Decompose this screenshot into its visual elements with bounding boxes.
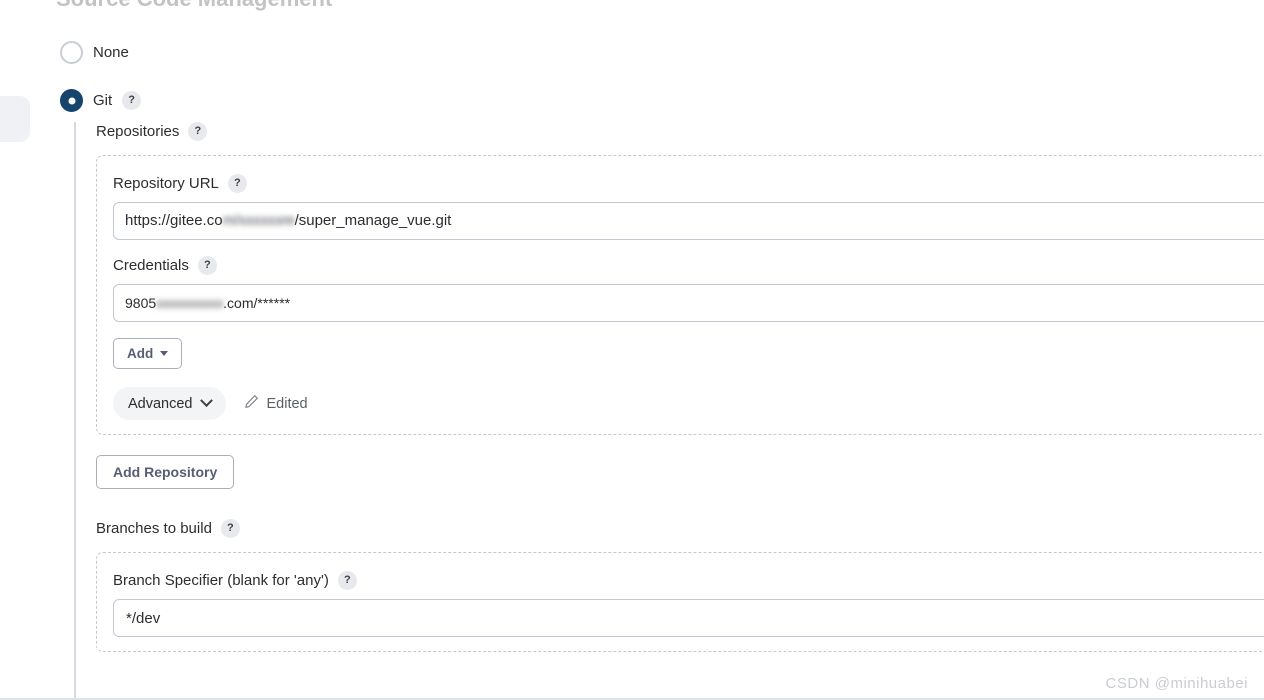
repositories-label-row: Repositories ? xyxy=(96,122,1264,141)
radio-none[interactable] xyxy=(60,41,83,64)
radio-git-label: Git xyxy=(93,92,113,109)
radio-none-label: None xyxy=(93,44,129,61)
branch-specifier-label-row: Branch Specifier (blank for 'any') ? xyxy=(113,571,1264,590)
advanced-row: Advanced Edited xyxy=(113,387,1264,420)
branch-specifier-label: Branch Specifier (blank for 'any') xyxy=(113,572,329,589)
credentials-select[interactable] xyxy=(113,284,1264,322)
credentials-label: Credentials xyxy=(113,257,189,274)
help-icon-repositories[interactable]: ? xyxy=(188,122,208,141)
edited-indicator: Edited xyxy=(244,394,308,413)
branches-label: Branches to build xyxy=(96,520,212,537)
chevron-down-icon-advanced xyxy=(199,394,213,408)
scm-option-git[interactable]: Git ? xyxy=(60,89,142,112)
branch-specifier-input[interactable] xyxy=(113,599,1264,637)
credentials-field: Credentials ? 9805xxxxxxxxxx.com/****** … xyxy=(113,256,1264,322)
scm-config-page: Source Code Management None Git ? Reposi… xyxy=(0,0,1264,700)
add-credentials-label: Add xyxy=(127,346,154,361)
pencil-icon xyxy=(244,394,259,413)
help-icon-branches[interactable]: ? xyxy=(220,519,240,538)
repository-url-field: Repository URL ? https://gitee.com/xxxxx… xyxy=(113,174,1264,240)
repository-url-label-row: Repository URL ? xyxy=(113,174,1264,193)
scm-option-none[interactable]: None xyxy=(60,41,129,64)
radio-git[interactable] xyxy=(60,89,83,112)
add-credentials-row: Add xyxy=(113,338,1264,369)
add-credentials-button[interactable]: Add xyxy=(113,338,183,369)
help-icon-branch-specifier[interactable]: ? xyxy=(337,571,357,590)
credentials-label-row: Credentials ? xyxy=(113,256,1264,275)
branch-block: Branch Specifier (blank for 'any') ? xyxy=(96,552,1264,652)
add-repository-label: Add Repository xyxy=(113,464,218,480)
repository-url-input[interactable] xyxy=(113,202,1264,240)
branch-specifier-field: Branch Specifier (blank for 'any') ? xyxy=(113,571,1264,637)
credentials-select-wrap[interactable]: 9805xxxxxxxxxx.com/****** ▾ xyxy=(113,284,1264,322)
edited-label: Edited xyxy=(266,395,308,412)
help-icon-git[interactable]: ? xyxy=(122,91,142,110)
help-icon-credentials[interactable]: ? xyxy=(197,256,217,275)
add-repository-button[interactable]: Add Repository xyxy=(96,455,235,489)
git-section: Repositories ? Repository URL ? https://… xyxy=(74,122,1264,700)
repository-url-label: Repository URL xyxy=(113,175,219,192)
branches-label-row: Branches to build ? xyxy=(96,519,1264,538)
sidebar-partial-chip[interactable] xyxy=(0,96,30,142)
repositories-label: Repositories xyxy=(96,123,180,140)
advanced-label: Advanced xyxy=(128,395,193,412)
page-title: Source Code Management xyxy=(56,0,332,12)
help-icon-repository-url[interactable]: ? xyxy=(227,174,247,193)
watermark: CSDN @minihuabei xyxy=(1105,675,1248,692)
advanced-button[interactable]: Advanced xyxy=(113,387,226,420)
caret-down-icon xyxy=(160,351,169,356)
repository-block: Repository URL ? https://gitee.com/xxxxx… xyxy=(96,155,1264,435)
